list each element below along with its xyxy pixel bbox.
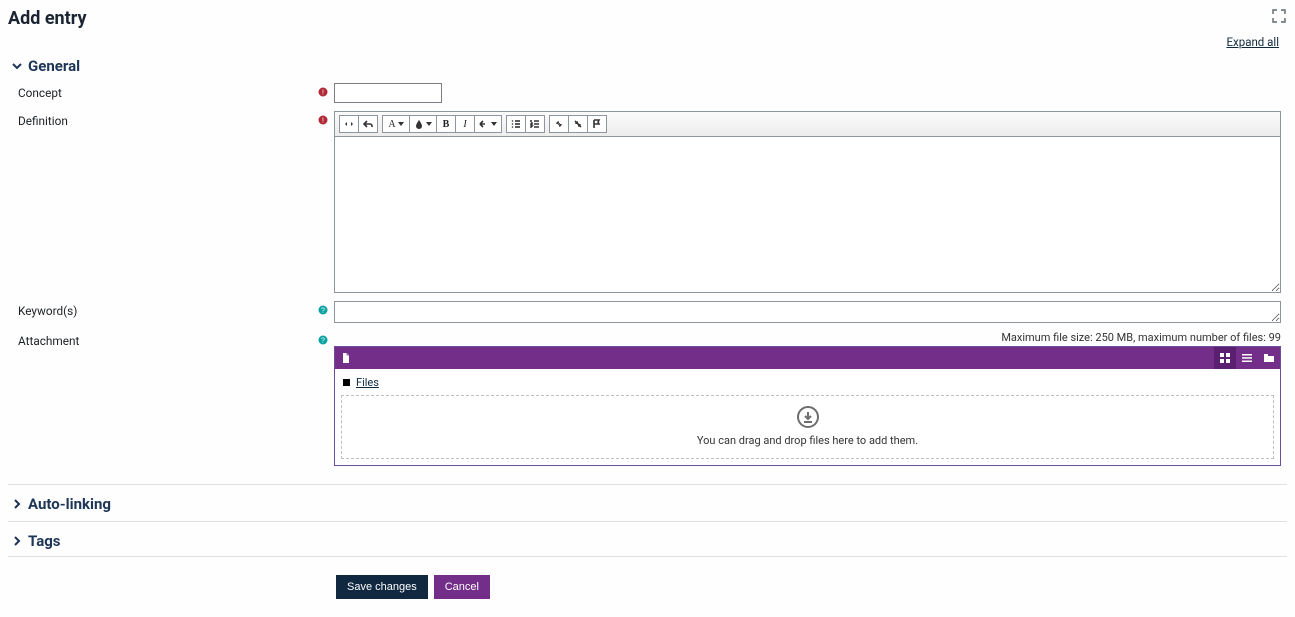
file-manager-toolbar bbox=[335, 347, 1280, 369]
divider bbox=[8, 556, 1287, 557]
save-button[interactable]: Save changes bbox=[336, 575, 428, 599]
fullscreen-icon[interactable] bbox=[1271, 8, 1287, 24]
file-dropzone[interactable]: You can drag and drop files here to add … bbox=[341, 395, 1274, 459]
section-body-general: Concept ! Definition ! bbox=[8, 79, 1287, 485]
concept-input[interactable] bbox=[334, 83, 442, 103]
cancel-button[interactable]: Cancel bbox=[434, 575, 490, 599]
breadcrumb-root-icon bbox=[343, 379, 350, 386]
toolbar-flag-icon[interactable] bbox=[587, 115, 607, 133]
toolbar-font-size[interactable]: A bbox=[382, 115, 410, 133]
row-keywords: Keyword(s) ? bbox=[8, 299, 1287, 329]
download-icon bbox=[797, 406, 819, 428]
form-actions: Save changes Cancel bbox=[8, 565, 1287, 605]
file-manager: Files You can drag and drop files here t… bbox=[334, 346, 1281, 466]
view-list-icon[interactable] bbox=[1236, 347, 1258, 369]
section-toggle-general[interactable]: General bbox=[8, 53, 1287, 79]
chevron-right-icon bbox=[12, 536, 22, 546]
definition-editor: A B I bbox=[334, 111, 1281, 293]
page-title: Add entry bbox=[8, 8, 87, 29]
required-icon: ! bbox=[318, 115, 328, 125]
label-definition: Definition bbox=[18, 111, 318, 128]
required-icon: ! bbox=[318, 87, 328, 97]
section-title-tags: Tags bbox=[28, 532, 61, 550]
help-icon[interactable]: ? bbox=[318, 335, 328, 345]
section-toggle-autolinking[interactable]: Auto-linking bbox=[8, 491, 1287, 522]
view-icons-icon[interactable] bbox=[1214, 347, 1236, 369]
svg-text:!: ! bbox=[322, 90, 324, 97]
label-concept: Concept bbox=[18, 83, 318, 100]
toolbar-ol-icon[interactable] bbox=[525, 115, 545, 133]
expand-all-row: Expand all bbox=[8, 33, 1287, 53]
breadcrumb-files-link[interactable]: Files bbox=[356, 376, 379, 389]
view-tree-icon[interactable] bbox=[1258, 347, 1280, 369]
expand-all-link[interactable]: Expand all bbox=[1227, 35, 1280, 49]
toolbar-expand-icon[interactable] bbox=[339, 115, 359, 133]
row-concept: Concept ! bbox=[8, 81, 1287, 109]
row-attachment: Attachment ? Maximum file size: 250 MB, … bbox=[8, 329, 1287, 472]
file-manager-body: Files You can drag and drop files here t… bbox=[335, 369, 1280, 465]
svg-text:!: ! bbox=[322, 118, 324, 125]
definition-textarea[interactable] bbox=[335, 137, 1280, 292]
form-container: Add entry Expand all General Concept ! bbox=[0, 0, 1295, 617]
chevron-right-icon bbox=[12, 499, 22, 509]
toolbar-unlink-icon[interactable] bbox=[568, 115, 588, 133]
toolbar-italic[interactable]: I bbox=[455, 115, 475, 133]
help-icon[interactable]: ? bbox=[318, 305, 328, 315]
toolbar-link-icon[interactable] bbox=[549, 115, 569, 133]
section-toggle-tags[interactable]: Tags bbox=[8, 528, 1287, 554]
row-definition: Definition ! A B bbox=[8, 109, 1287, 299]
toolbar-more[interactable] bbox=[474, 115, 502, 133]
svg-text:?: ? bbox=[321, 338, 325, 345]
toolbar-ul-icon[interactable] bbox=[506, 115, 526, 133]
section-title-general: General bbox=[28, 57, 80, 75]
dropzone-text: You can drag and drop files here to add … bbox=[697, 434, 918, 447]
label-keywords: Keyword(s) bbox=[18, 301, 318, 318]
header-row: Add entry bbox=[8, 8, 1287, 29]
file-breadcrumb: Files bbox=[341, 373, 1274, 395]
chevron-down-icon bbox=[12, 61, 22, 71]
attachment-info: Maximum file size: 250 MB, maximum numbe… bbox=[334, 331, 1281, 346]
toolbar-bold[interactable]: B bbox=[436, 115, 456, 133]
editor-toolbar: A B I bbox=[335, 112, 1280, 137]
section-title-autolinking: Auto-linking bbox=[28, 495, 111, 513]
label-attachment: Attachment bbox=[18, 331, 318, 348]
add-file-icon[interactable] bbox=[335, 347, 357, 369]
svg-text:?: ? bbox=[321, 308, 325, 315]
keywords-textarea[interactable] bbox=[334, 301, 1281, 323]
toolbar-undo-icon[interactable] bbox=[358, 115, 378, 133]
toolbar-font-color[interactable] bbox=[409, 115, 437, 133]
